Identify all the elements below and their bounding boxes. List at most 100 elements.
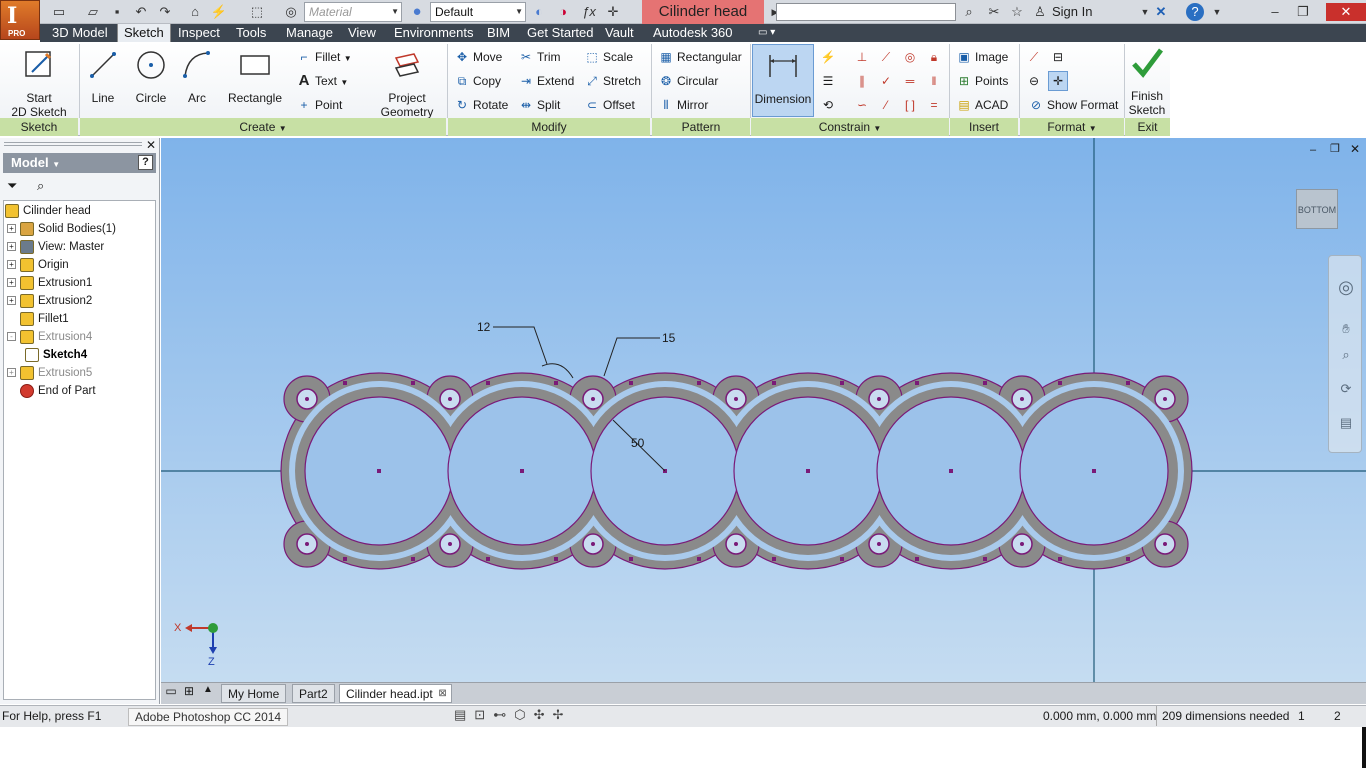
tree-item[interactable]: + Extrusion2 [5,292,155,310]
tab-menu-icon[interactable]: ▲ [200,684,216,702]
help-chevron-icon[interactable]: ▼ [1208,3,1226,21]
save-icon[interactable]: ▪ [108,3,126,21]
start-2d-sketch-button[interactable]: Start 2D Sketch [6,48,72,119]
tab-inspect[interactable]: Inspect [172,24,226,42]
centerline-icon[interactable]: ⊖ [1024,71,1044,91]
symmetric-constraint-icon[interactable]: [ ] [900,95,920,115]
find-icon[interactable]: ⌕ [37,178,44,194]
close-window-icon[interactable]: ✕ [1326,3,1366,21]
expand-icon[interactable]: + [7,278,16,288]
extend-button[interactable]: ⇥ Extend [518,70,574,92]
collapse-icon[interactable]: - [7,332,16,342]
redo-icon[interactable]: ↷ [156,3,174,21]
auto-dimension-icon[interactable]: ⚡ [818,47,838,67]
browser-help-icon[interactable]: ? [138,155,153,170]
status-constraint-icon[interactable]: ✢ [552,707,571,722]
material-dropdown[interactable]: Material ▼ [304,2,402,22]
parameters-icon[interactable]: ƒx [580,3,598,21]
split-button[interactable]: ⇹ Split [518,94,560,116]
tab-get-started[interactable]: Get Started [521,24,599,42]
coincident-constraint-icon[interactable]: ⟋ [876,47,896,67]
expand-icon[interactable]: + [7,368,16,378]
doc-tab-cilinder-head[interactable]: Cilinder head.ipt ⊠ [339,684,452,703]
tree-item[interactable]: + Solid Bodies(1) [5,220,155,238]
copy-button[interactable]: ⧉ Copy [454,70,501,92]
move-button[interactable]: ✥ Move [454,46,502,68]
add-icon[interactable]: ✛ [604,3,622,21]
binoculars-icon[interactable]: ⌕ [960,3,978,21]
project-geometry-button[interactable]: Project Geometry [372,48,442,119]
tab-tools[interactable]: Tools [230,24,272,42]
mirror-button[interactable]: ⫴ Mirror [658,94,708,116]
vertical-constraint-icon[interactable]: ‖ [924,71,944,91]
dimension-15-label[interactable]: 15 [662,331,675,345]
viewport-close-icon[interactable]: ✕ [1350,142,1360,156]
construction-icon[interactable]: ⟋ [1024,47,1044,67]
expand-icon[interactable]: + [7,224,16,234]
fillet-button[interactable]: ⌐ Fillet ▼ [296,46,351,68]
expand-icon[interactable]: + [7,296,16,306]
pan-icon[interactable]: ✋︎ [1337,320,1355,338]
browser-close-icon[interactable]: ✕ [146,138,156,152]
circle-button[interactable]: Circle [130,48,172,105]
finish-sketch-button[interactable]: Finish Sketch [1126,46,1168,117]
smooth-constraint-icon[interactable]: ∽ [852,95,872,115]
orbit-icon[interactable]: ⟳ [1337,380,1355,398]
status-doc-icon[interactable]: ▤ [454,707,474,722]
insert-acad-button[interactable]: ▤ ACAD [956,94,1008,116]
perpendicular-constraint-icon[interactable]: ⊥ [852,47,872,67]
open-icon[interactable]: ▱ [84,3,102,21]
tab-3d-model[interactable]: 3D Model [46,24,114,42]
scale-button[interactable]: ⬚ Scale [584,46,633,68]
status-snap-icon[interactable]: ✣ [534,707,553,722]
search-input[interactable] [776,3,956,21]
status-sketch-icon[interactable]: ⊡ [474,707,493,722]
tree-item[interactable]: End of Part [5,382,155,400]
update-icon[interactable]: ⚡ [210,3,228,21]
show-constraints-icon[interactable]: ☰ [818,71,838,91]
adjust-icon[interactable]: ◐ [530,3,548,21]
stretch-button[interactable]: ⤢ Stretch [584,70,641,92]
create-panel-title[interactable]: Create ▼ [80,118,446,136]
dimension-50-label[interactable]: 50 [631,436,644,450]
tab-overflow-icon[interactable]: ▭ ▾ [752,24,781,42]
horizontal-constraint-icon[interactable]: ═ [900,71,920,91]
rectangular-pattern-button[interactable]: ▦ Rectangular [658,46,741,68]
relax-mode-icon[interactable]: ⟲ [818,95,838,115]
doc-tab-my-home[interactable]: My Home [221,684,287,703]
taskbar-photoshop-tooltip[interactable]: Adobe Photoshop CC 2014 [128,708,289,726]
driven-dimension-icon[interactable]: ⊟ [1048,47,1068,67]
clear-icon[interactable]: ◑ [554,3,572,21]
collinear-constraint-icon[interactable]: ⁄ [876,95,896,115]
tree-item[interactable]: Sketch4 [5,346,155,364]
tree-item[interactable]: + Extrusion5 [5,364,155,382]
tree-item[interactable]: Cilinder head [5,202,155,220]
arc-button[interactable]: Arc [178,48,216,105]
fix-constraint-icon[interactable]: 🔒︎ [924,47,944,67]
tab-environments[interactable]: Environments [388,24,479,42]
browser-grip[interactable] [4,142,142,146]
rotate-button[interactable]: ↻ Rotate [454,94,508,116]
tab-sketch[interactable]: Sketch [117,24,171,42]
offset-button[interactable]: ⊂ Offset [584,94,635,116]
favorites-icon[interactable]: ☆ [1008,3,1026,21]
center-point-icon[interactable]: ✛ [1048,71,1068,91]
line-button[interactable]: Line [84,48,122,105]
dimension-12-label[interactable]: 12 [477,320,490,334]
tab-autodesk-360[interactable]: Autodesk 360 [647,24,739,42]
status-dim-icon[interactable]: ⊷ [493,707,514,722]
status-view-icon[interactable]: ⬡ [514,707,533,722]
equal-constraint-icon[interactable]: = [924,95,944,115]
sign-in-link[interactable]: Sign In [1052,3,1092,21]
concentric-constraint-icon[interactable]: ◎ [900,47,920,67]
color-override-icon[interactable]: ◎ [282,3,300,21]
home-icon[interactable]: ⌂ [186,3,204,21]
trim-button[interactable]: ✂ Trim [518,46,561,68]
exchange-icon[interactable]: ✕ [1152,3,1170,21]
tab-view[interactable]: View [342,24,382,42]
steering-wheel-icon[interactable]: ◎ [1337,278,1355,296]
parallel-constraint-icon[interactable]: ∥ [852,71,872,91]
insert-image-button[interactable]: ▣ Image [956,46,1008,68]
restore-icon[interactable]: ❐ [1294,3,1312,21]
filter-icon[interactable]: ⏷ [7,178,17,194]
